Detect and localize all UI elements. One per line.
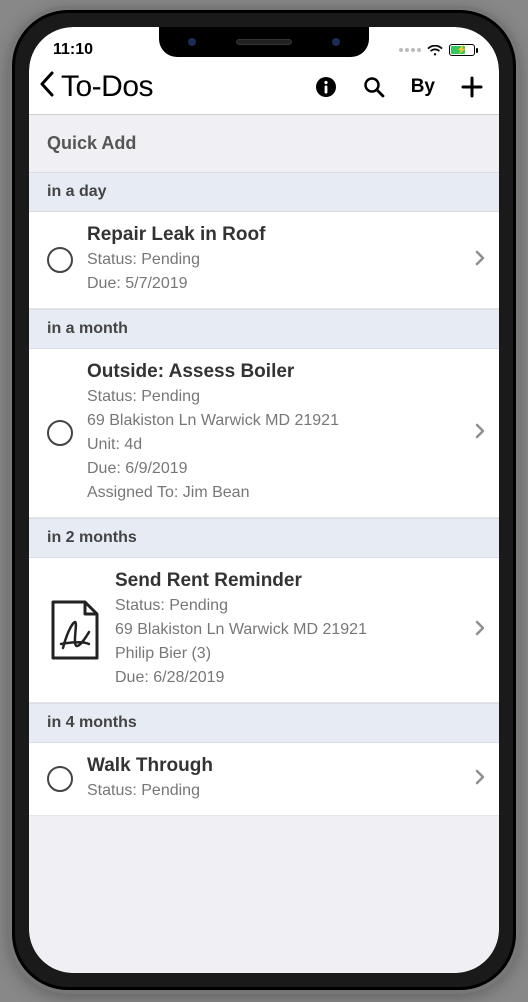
todo-body: Repair Leak in RoofStatus: PendingDue: 5…	[87, 224, 457, 296]
sort-by-button[interactable]: By	[411, 76, 435, 98]
section-header: in a day	[29, 172, 499, 212]
todo-body: Send Rent ReminderStatus: Pending69 Blak…	[115, 570, 457, 690]
todo-body: Walk ThroughStatus: Pending	[87, 755, 457, 803]
screen: 11:10 ⚡ To-Dos	[29, 27, 499, 973]
todo-body: Outside: Assess BoilerStatus: Pending69 …	[87, 361, 457, 505]
status-time: 11:10	[53, 41, 93, 59]
todo-subline: Unit: 4d	[87, 433, 457, 457]
wifi-icon	[427, 44, 443, 56]
todo-subline: Philip Bier (3)	[115, 642, 457, 666]
phone-bezel: 11:10 ⚡ To-Dos	[29, 27, 499, 973]
todo-subline: Status: Pending	[87, 248, 457, 272]
complete-circle[interactable]	[47, 247, 73, 273]
battery-icon: ⚡	[449, 44, 475, 56]
complete-circle[interactable]	[47, 766, 73, 792]
todo-subline: Due: 6/9/2019	[87, 457, 457, 481]
pdf-icon	[47, 598, 101, 662]
todo-subline: Due: 6/28/2019	[115, 666, 457, 690]
todo-subline: 69 Blakiston Ln Warwick MD 21921	[115, 618, 457, 642]
notch	[159, 27, 369, 57]
todo-row[interactable]: Send Rent ReminderStatus: Pending69 Blak…	[29, 558, 499, 703]
complete-circle[interactable]	[47, 420, 73, 446]
todo-subline: Assigned To: Jim Bean	[87, 481, 457, 505]
content[interactable]: Quick Add in a dayRepair Leak in RoofSta…	[29, 115, 499, 973]
todo-subline: Status: Pending	[115, 594, 457, 618]
status-right: ⚡	[399, 44, 475, 56]
search-icon[interactable]	[363, 76, 385, 98]
quick-add-label: Quick Add	[47, 133, 136, 153]
section-header: in 4 months	[29, 703, 499, 743]
todo-title: Send Rent Reminder	[115, 570, 457, 592]
todo-title: Walk Through	[87, 755, 457, 777]
todo-subline: Status: Pending	[87, 385, 457, 409]
todo-subline: Due: 5/7/2019	[87, 272, 457, 296]
cellular-dots-icon	[399, 48, 421, 52]
section-header: in a month	[29, 309, 499, 349]
phone-frame: 11:10 ⚡ To-Dos	[12, 10, 516, 990]
chevron-right-icon	[471, 422, 485, 445]
section-header: in 2 months	[29, 518, 499, 558]
page-title: To-Dos	[61, 70, 311, 104]
info-icon[interactable]	[315, 76, 337, 98]
todo-row[interactable]: Outside: Assess BoilerStatus: Pending69 …	[29, 349, 499, 518]
todo-title: Repair Leak in Roof	[87, 224, 457, 246]
quick-add-row[interactable]: Quick Add	[29, 115, 499, 172]
nav-bar: To-Dos By	[29, 63, 499, 115]
todo-title: Outside: Assess Boiler	[87, 361, 457, 383]
chevron-right-icon	[471, 619, 485, 642]
todo-row[interactable]: Walk ThroughStatus: Pending	[29, 743, 499, 816]
todo-subline: 69 Blakiston Ln Warwick MD 21921	[87, 409, 457, 433]
add-button[interactable]	[461, 76, 483, 98]
back-button[interactable]	[39, 71, 57, 103]
todo-subline: Status: Pending	[87, 779, 457, 803]
todo-row[interactable]: Repair Leak in RoofStatus: PendingDue: 5…	[29, 212, 499, 309]
chevron-right-icon	[471, 249, 485, 272]
chevron-right-icon	[471, 768, 485, 791]
